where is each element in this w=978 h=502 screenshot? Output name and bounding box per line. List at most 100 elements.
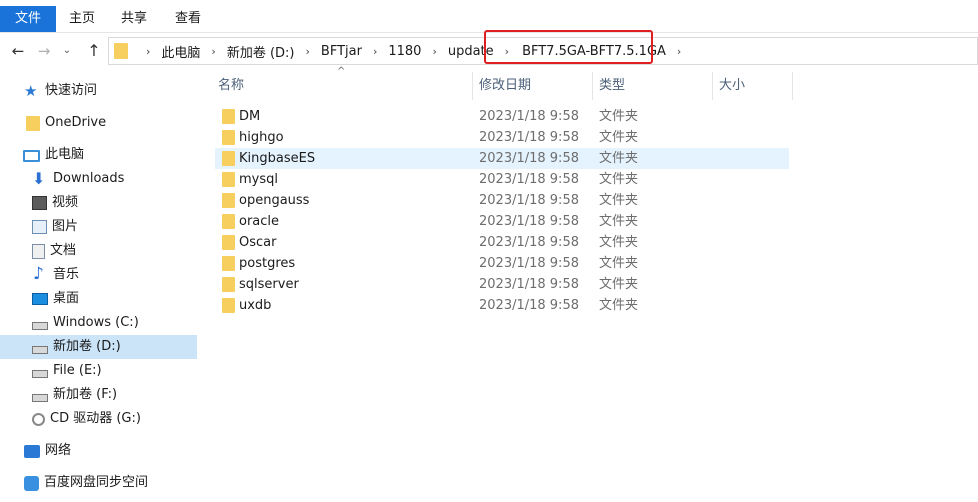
network-icon bbox=[24, 444, 40, 458]
sidebar-item-quick-access[interactable]: 快速访问 bbox=[24, 79, 97, 103]
folder-icon bbox=[222, 130, 235, 145]
file-row[interactable]: sqlserver 2023/1/18 9:58 文件夹 bbox=[215, 274, 789, 295]
sidebar-item-label: 此电脑 bbox=[45, 147, 85, 162]
chevron-right-icon[interactable]: › bbox=[373, 45, 377, 58]
file-name: Oscar bbox=[239, 235, 277, 250]
file-row[interactable]: postgres 2023/1/18 9:58 文件夹 bbox=[215, 253, 789, 274]
sidebar-item-label: CD 驱动器 (G:) bbox=[50, 411, 141, 426]
file-name: DM bbox=[239, 109, 261, 124]
column-header-type[interactable]: 类型 bbox=[599, 72, 709, 100]
sidebar-item-drive-c[interactable]: Windows (C:) bbox=[32, 311, 139, 335]
picture-icon bbox=[32, 220, 47, 234]
forward-arrow-icon[interactable]: → bbox=[34, 40, 54, 62]
folder-icon bbox=[222, 214, 235, 229]
sidebar-item-network[interactable]: 网络 bbox=[24, 439, 71, 463]
chevron-down-icon[interactable]: ⌄ bbox=[60, 40, 74, 62]
file-modified: 2023/1/18 9:58 bbox=[479, 172, 579, 187]
sidebar-item-drive-e[interactable]: File (E:) bbox=[32, 359, 102, 383]
file-modified: 2023/1/18 9:58 bbox=[479, 235, 579, 250]
drive-icon bbox=[32, 345, 48, 354]
sidebar-item-label: 桌面 bbox=[53, 291, 80, 306]
file-row[interactable]: opengauss 2023/1/18 9:58 文件夹 bbox=[215, 190, 789, 211]
file-type: 文件夹 bbox=[599, 256, 639, 271]
column-header-modified[interactable]: 修改日期 bbox=[479, 72, 589, 100]
sidebar-item-label: 视频 bbox=[52, 195, 79, 210]
sidebar-item-documents[interactable]: 文档 bbox=[32, 239, 76, 263]
column-divider[interactable] bbox=[712, 72, 713, 100]
sidebar-item-baidu-sync[interactable]: 百度网盘同步空间 bbox=[24, 471, 148, 495]
sidebar-item-drive-d[interactable]: 新加卷 (D:) bbox=[0, 335, 197, 359]
breadcrumb-item-drive-d[interactable]: 新加卷 (D:) bbox=[227, 42, 295, 61]
back-arrow-icon[interactable]: ← bbox=[8, 40, 28, 62]
folder-icon bbox=[222, 235, 235, 250]
column-divider[interactable] bbox=[792, 72, 793, 100]
breadcrumb-item-this-pc[interactable]: 此电脑 bbox=[161, 42, 200, 61]
navigation-pane: 快速访问 OneDrive 此电脑 Downloads 视频 图片 文档 音乐 … bbox=[0, 69, 200, 502]
sidebar-item-music[interactable]: 音乐 bbox=[32, 262, 79, 287]
file-type: 文件夹 bbox=[599, 235, 639, 250]
folder-icon bbox=[222, 298, 235, 313]
file-name: KingbaseES bbox=[239, 151, 316, 166]
chevron-right-icon[interactable]: › bbox=[146, 45, 150, 58]
desktop-icon bbox=[32, 293, 48, 305]
sidebar-item-label: Downloads bbox=[53, 171, 125, 186]
file-type: 文件夹 bbox=[599, 298, 639, 313]
breadcrumb-item-bftjar[interactable]: BFTjar bbox=[321, 44, 362, 59]
tab-share[interactable]: 共享 bbox=[108, 6, 160, 32]
column-header-name[interactable]: 名称 bbox=[218, 72, 468, 100]
file-type: 文件夹 bbox=[599, 193, 639, 208]
tab-home[interactable]: 主页 bbox=[56, 6, 108, 32]
column-header-size[interactable]: 大小 bbox=[719, 72, 789, 100]
document-icon bbox=[32, 243, 45, 259]
chevron-right-icon[interactable]: › bbox=[211, 45, 215, 58]
file-row[interactable]: mysql 2023/1/18 9:58 文件夹 bbox=[215, 169, 789, 190]
file-type: 文件夹 bbox=[599, 130, 639, 145]
sidebar-item-label: File (E:) bbox=[53, 363, 102, 378]
folder-icon bbox=[222, 256, 235, 271]
sidebar-item-downloads[interactable]: Downloads bbox=[32, 167, 124, 191]
file-name: highgo bbox=[239, 130, 284, 145]
chevron-right-icon[interactable]: › bbox=[677, 45, 681, 58]
sidebar-item-this-pc[interactable]: 此电脑 bbox=[23, 143, 84, 167]
file-row[interactable]: highgo 2023/1/18 9:58 文件夹 bbox=[215, 127, 789, 148]
sidebar-item-label: 快速访问 bbox=[45, 83, 98, 98]
sidebar-item-desktop[interactable]: 桌面 bbox=[32, 287, 79, 311]
folder-icon bbox=[26, 115, 40, 131]
tab-view[interactable]: 查看 bbox=[162, 6, 214, 32]
column-divider[interactable] bbox=[472, 72, 473, 100]
file-row[interactable]: Oscar 2023/1/18 9:58 文件夹 bbox=[215, 232, 789, 253]
annotation-highlight-box bbox=[484, 30, 653, 64]
file-row[interactable]: KingbaseES 2023/1/18 9:58 文件夹 bbox=[215, 148, 789, 169]
file-modified: 2023/1/18 9:58 bbox=[479, 214, 579, 229]
sidebar-item-label: 百度网盘同步空间 bbox=[44, 475, 149, 490]
tab-file[interactable]: 文件 bbox=[0, 6, 56, 32]
sidebar-item-pictures[interactable]: 图片 bbox=[32, 215, 78, 239]
up-arrow-icon[interactable]: ↑ bbox=[84, 40, 104, 62]
file-type: 文件夹 bbox=[599, 277, 639, 292]
sidebar-item-videos[interactable]: 视频 bbox=[32, 191, 78, 215]
file-modified: 2023/1/18 9:58 bbox=[479, 298, 579, 313]
cd-icon bbox=[32, 412, 45, 426]
file-row[interactable]: uxdb 2023/1/18 9:58 文件夹 bbox=[215, 295, 789, 316]
drive-icon bbox=[32, 321, 48, 330]
column-divider[interactable] bbox=[592, 72, 593, 100]
breadcrumb-item-1180[interactable]: 1180 bbox=[388, 44, 421, 59]
sidebar-item-drive-g[interactable]: CD 驱动器 (G:) bbox=[32, 407, 141, 431]
sidebar-item-onedrive[interactable]: OneDrive bbox=[26, 111, 106, 135]
file-row[interactable]: DM 2023/1/18 9:58 文件夹 bbox=[215, 106, 789, 127]
chevron-right-icon[interactable]: › bbox=[432, 45, 436, 58]
sidebar-item-drive-f[interactable]: 新加卷 (F:) bbox=[32, 383, 117, 407]
file-row[interactable]: oracle 2023/1/18 9:58 文件夹 bbox=[215, 211, 789, 232]
file-modified: 2023/1/18 9:58 bbox=[479, 277, 579, 292]
drive-icon bbox=[32, 393, 48, 402]
music-icon bbox=[32, 262, 48, 286]
folder-icon bbox=[222, 172, 235, 187]
file-modified: 2023/1/18 9:58 bbox=[479, 193, 579, 208]
sidebar-item-label: 网络 bbox=[45, 443, 72, 458]
folder-icon bbox=[222, 109, 235, 124]
file-type: 文件夹 bbox=[599, 214, 639, 229]
folder-icon bbox=[114, 43, 128, 59]
chevron-right-icon[interactable]: › bbox=[306, 45, 310, 58]
download-icon bbox=[32, 167, 48, 191]
file-modified: 2023/1/18 9:58 bbox=[479, 130, 579, 145]
